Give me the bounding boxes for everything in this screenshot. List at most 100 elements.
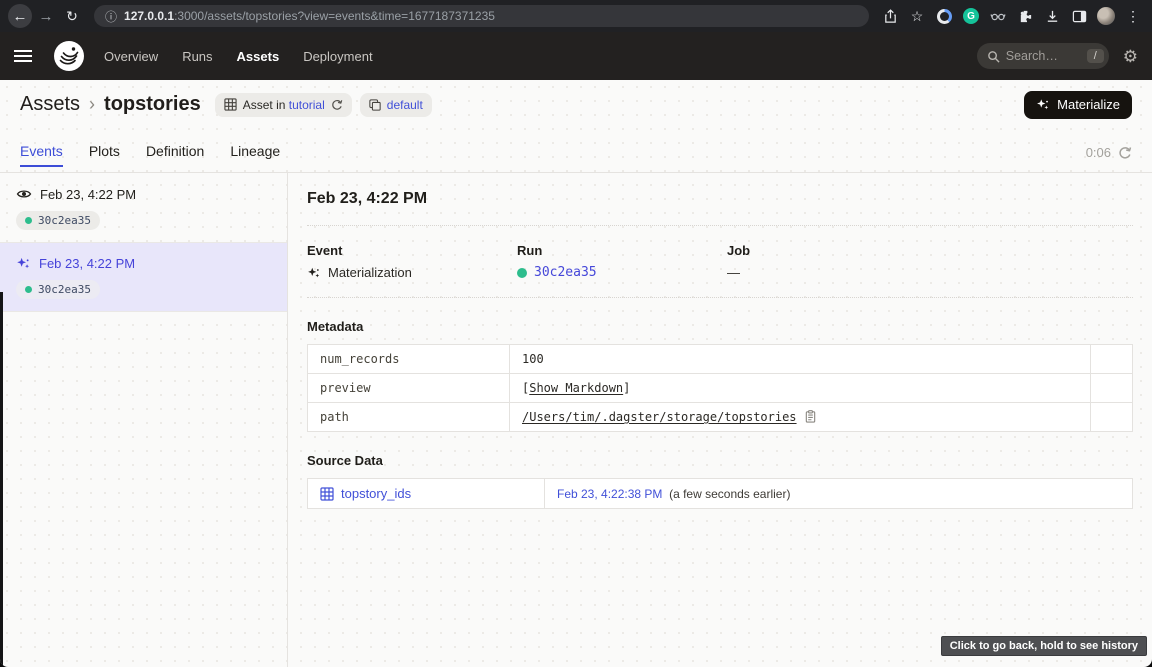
app-window: ← → ↻ ⓘ 127.0.0.1:3000/assets/topstories… bbox=[0, 0, 1152, 667]
source-data-table: topstory_ids Feb 23, 4:22:38 PM (a few s… bbox=[307, 478, 1133, 509]
event-summary-columns: Event Materialization Run 30c2ea35 bbox=[307, 243, 1133, 280]
breadcrumb-separator: › bbox=[89, 94, 95, 115]
side-panel-icon[interactable] bbox=[1070, 7, 1088, 25]
tag-text: Asset in tutorial bbox=[243, 98, 325, 112]
metadata-table: num_records 100 preview [Show Markdown] … bbox=[307, 344, 1133, 432]
metadata-heading: Metadata bbox=[307, 319, 1133, 334]
browser-toolbar: ← → ↻ ⓘ 127.0.0.1:3000/assets/topstories… bbox=[0, 0, 1152, 32]
global-search[interactable]: / bbox=[977, 43, 1109, 69]
metadata-value: [Show Markdown] bbox=[510, 374, 1091, 403]
url-host: 127.0.0.1 bbox=[124, 9, 174, 23]
metadata-value: /Users/tim/.dagster/storage/topstories bbox=[510, 403, 1091, 432]
page-body: Assets › topstories Asset in tutorial bbox=[0, 80, 1152, 667]
events-content: Feb 23, 4:22 PM 30c2ea35 Feb 23, 4:22 PM bbox=[0, 173, 1152, 667]
event-timestamp: Feb 23, 4:22 PM bbox=[39, 256, 135, 271]
run-status-dot bbox=[25, 286, 32, 293]
metadata-value: 100 bbox=[510, 345, 1091, 374]
tab-definition[interactable]: Definition bbox=[146, 143, 204, 172]
run-id-link[interactable]: 30c2ea35 bbox=[534, 265, 597, 280]
downloads-icon[interactable] bbox=[1043, 7, 1061, 25]
show-markdown-link[interactable]: Show Markdown bbox=[529, 381, 623, 395]
browser-forward-button[interactable]: → bbox=[34, 4, 58, 28]
metadata-key: preview bbox=[308, 374, 510, 403]
event-detail-panel: Feb 23, 4:22 PM Event Materialization bbox=[288, 173, 1152, 667]
grammarly-extension-icon[interactable]: G bbox=[962, 7, 980, 25]
browser-menu-icon[interactable]: ⋮ bbox=[1124, 7, 1142, 25]
materialize-label: Materialize bbox=[1057, 97, 1120, 112]
table-row: preview [Show Markdown] bbox=[308, 374, 1133, 403]
path-link[interactable]: /Users/tim/.dagster/storage/topstories bbox=[522, 410, 797, 424]
event-list-item-observation[interactable]: Feb 23, 4:22 PM 30c2ea35 bbox=[0, 173, 287, 243]
search-icon bbox=[987, 50, 1000, 63]
tutorial-link[interactable]: tutorial bbox=[289, 98, 325, 112]
window-edge bbox=[0, 292, 3, 667]
browser-back-button[interactable]: ← bbox=[8, 4, 32, 28]
bookmark-star-icon[interactable]: ☆ bbox=[908, 7, 926, 25]
profile-avatar[interactable] bbox=[1097, 7, 1115, 25]
extension-icon-circle[interactable] bbox=[935, 7, 953, 25]
browser-actions: ☆ G ⋮ bbox=[879, 7, 1144, 25]
metadata-actions-cell bbox=[1091, 345, 1133, 374]
nav-item-overview[interactable]: Overview bbox=[104, 49, 158, 64]
event-column: Event Materialization bbox=[307, 243, 517, 280]
breadcrumb-assets-link[interactable]: Assets bbox=[20, 93, 80, 116]
materialization-sparkle-icon bbox=[307, 266, 321, 280]
back-button-tooltip: Click to go back, hold to see history bbox=[941, 636, 1147, 656]
metadata-key: num_records bbox=[308, 345, 510, 374]
run-column: Run 30c2ea35 bbox=[517, 243, 727, 280]
url-text: 127.0.0.1:3000/assets/topstories?view=ev… bbox=[124, 9, 495, 23]
table-row: path /Users/tim/.dagster/storage/topstor… bbox=[308, 403, 1133, 432]
materialize-button[interactable]: Materialize bbox=[1024, 91, 1132, 119]
refresh-countdown: 0:06 bbox=[1086, 145, 1111, 160]
source-data-heading: Source Data bbox=[307, 453, 1133, 468]
reload-icon: ↻ bbox=[66, 8, 78, 25]
browser-reload-button[interactable]: ↻ bbox=[60, 4, 84, 28]
nav-item-deployment[interactable]: Deployment bbox=[303, 49, 372, 64]
default-group-link[interactable]: default bbox=[387, 98, 423, 112]
search-input[interactable] bbox=[1006, 49, 1081, 63]
metadata-key: path bbox=[308, 403, 510, 432]
run-status-dot bbox=[25, 217, 32, 224]
run-tag[interactable]: 30c2ea35 bbox=[16, 211, 100, 230]
eye-icon bbox=[16, 186, 32, 202]
address-bar[interactable]: ⓘ 127.0.0.1:3000/assets/topstories?view=… bbox=[94, 5, 869, 27]
job-label: Job bbox=[727, 243, 937, 258]
job-column: Job — bbox=[727, 243, 937, 280]
nav-item-assets[interactable]: Assets bbox=[237, 49, 280, 64]
share-icon[interactable] bbox=[881, 7, 899, 25]
app-navbar: Overview Runs Assets Deployment / ⚙ bbox=[0, 32, 1152, 80]
event-detail-title: Feb 23, 4:22 PM bbox=[307, 190, 1133, 208]
divider bbox=[307, 297, 1133, 298]
asset-group-tag-tutorial: Asset in tutorial bbox=[215, 93, 352, 117]
source-asset-link[interactable]: topstory_ids bbox=[341, 486, 411, 501]
event-label: Event bbox=[307, 243, 517, 258]
run-tag[interactable]: 30c2ea35 bbox=[16, 280, 100, 299]
tab-lineage[interactable]: Lineage bbox=[230, 143, 280, 172]
nav-item-runs[interactable]: Runs bbox=[182, 49, 212, 64]
copy-path-icon[interactable] bbox=[804, 410, 817, 423]
event-timestamp: Feb 23, 4:22 PM bbox=[40, 187, 136, 202]
search-shortcut-badge: / bbox=[1087, 49, 1104, 63]
table-grid-icon bbox=[224, 98, 237, 111]
asset-group-tag-default: default bbox=[360, 93, 432, 117]
hamburger-menu-icon[interactable] bbox=[14, 41, 44, 71]
source-timestamp-link[interactable]: Feb 23, 4:22:38 PM bbox=[557, 487, 662, 501]
asset-name: topstories bbox=[104, 93, 201, 116]
navbar-right: / ⚙ bbox=[977, 43, 1138, 69]
dagster-logo[interactable] bbox=[54, 41, 84, 71]
site-info-icon[interactable]: ⓘ bbox=[105, 8, 117, 25]
goggles-extension-icon[interactable] bbox=[989, 7, 1007, 25]
tab-events[interactable]: Events bbox=[20, 143, 63, 172]
run-id: 30c2ea35 bbox=[38, 283, 91, 296]
tag-refresh-icon[interactable] bbox=[331, 99, 343, 111]
gear-icon[interactable]: ⚙ bbox=[1123, 48, 1138, 65]
extensions-puzzle-icon[interactable] bbox=[1016, 7, 1034, 25]
event-list-item-materialization[interactable]: Feb 23, 4:22 PM 30c2ea35 bbox=[0, 243, 287, 312]
divider bbox=[307, 225, 1133, 226]
tab-plots[interactable]: Plots bbox=[89, 143, 120, 172]
refresh-icon[interactable] bbox=[1118, 146, 1132, 160]
metadata-actions-cell bbox=[1091, 374, 1133, 403]
source-time-note: (a few seconds earlier) bbox=[669, 487, 790, 501]
source-time-cell: Feb 23, 4:22:38 PM (a few seconds earlie… bbox=[545, 479, 1133, 509]
asset-header: Assets › topstories Asset in tutorial bbox=[0, 80, 1152, 129]
